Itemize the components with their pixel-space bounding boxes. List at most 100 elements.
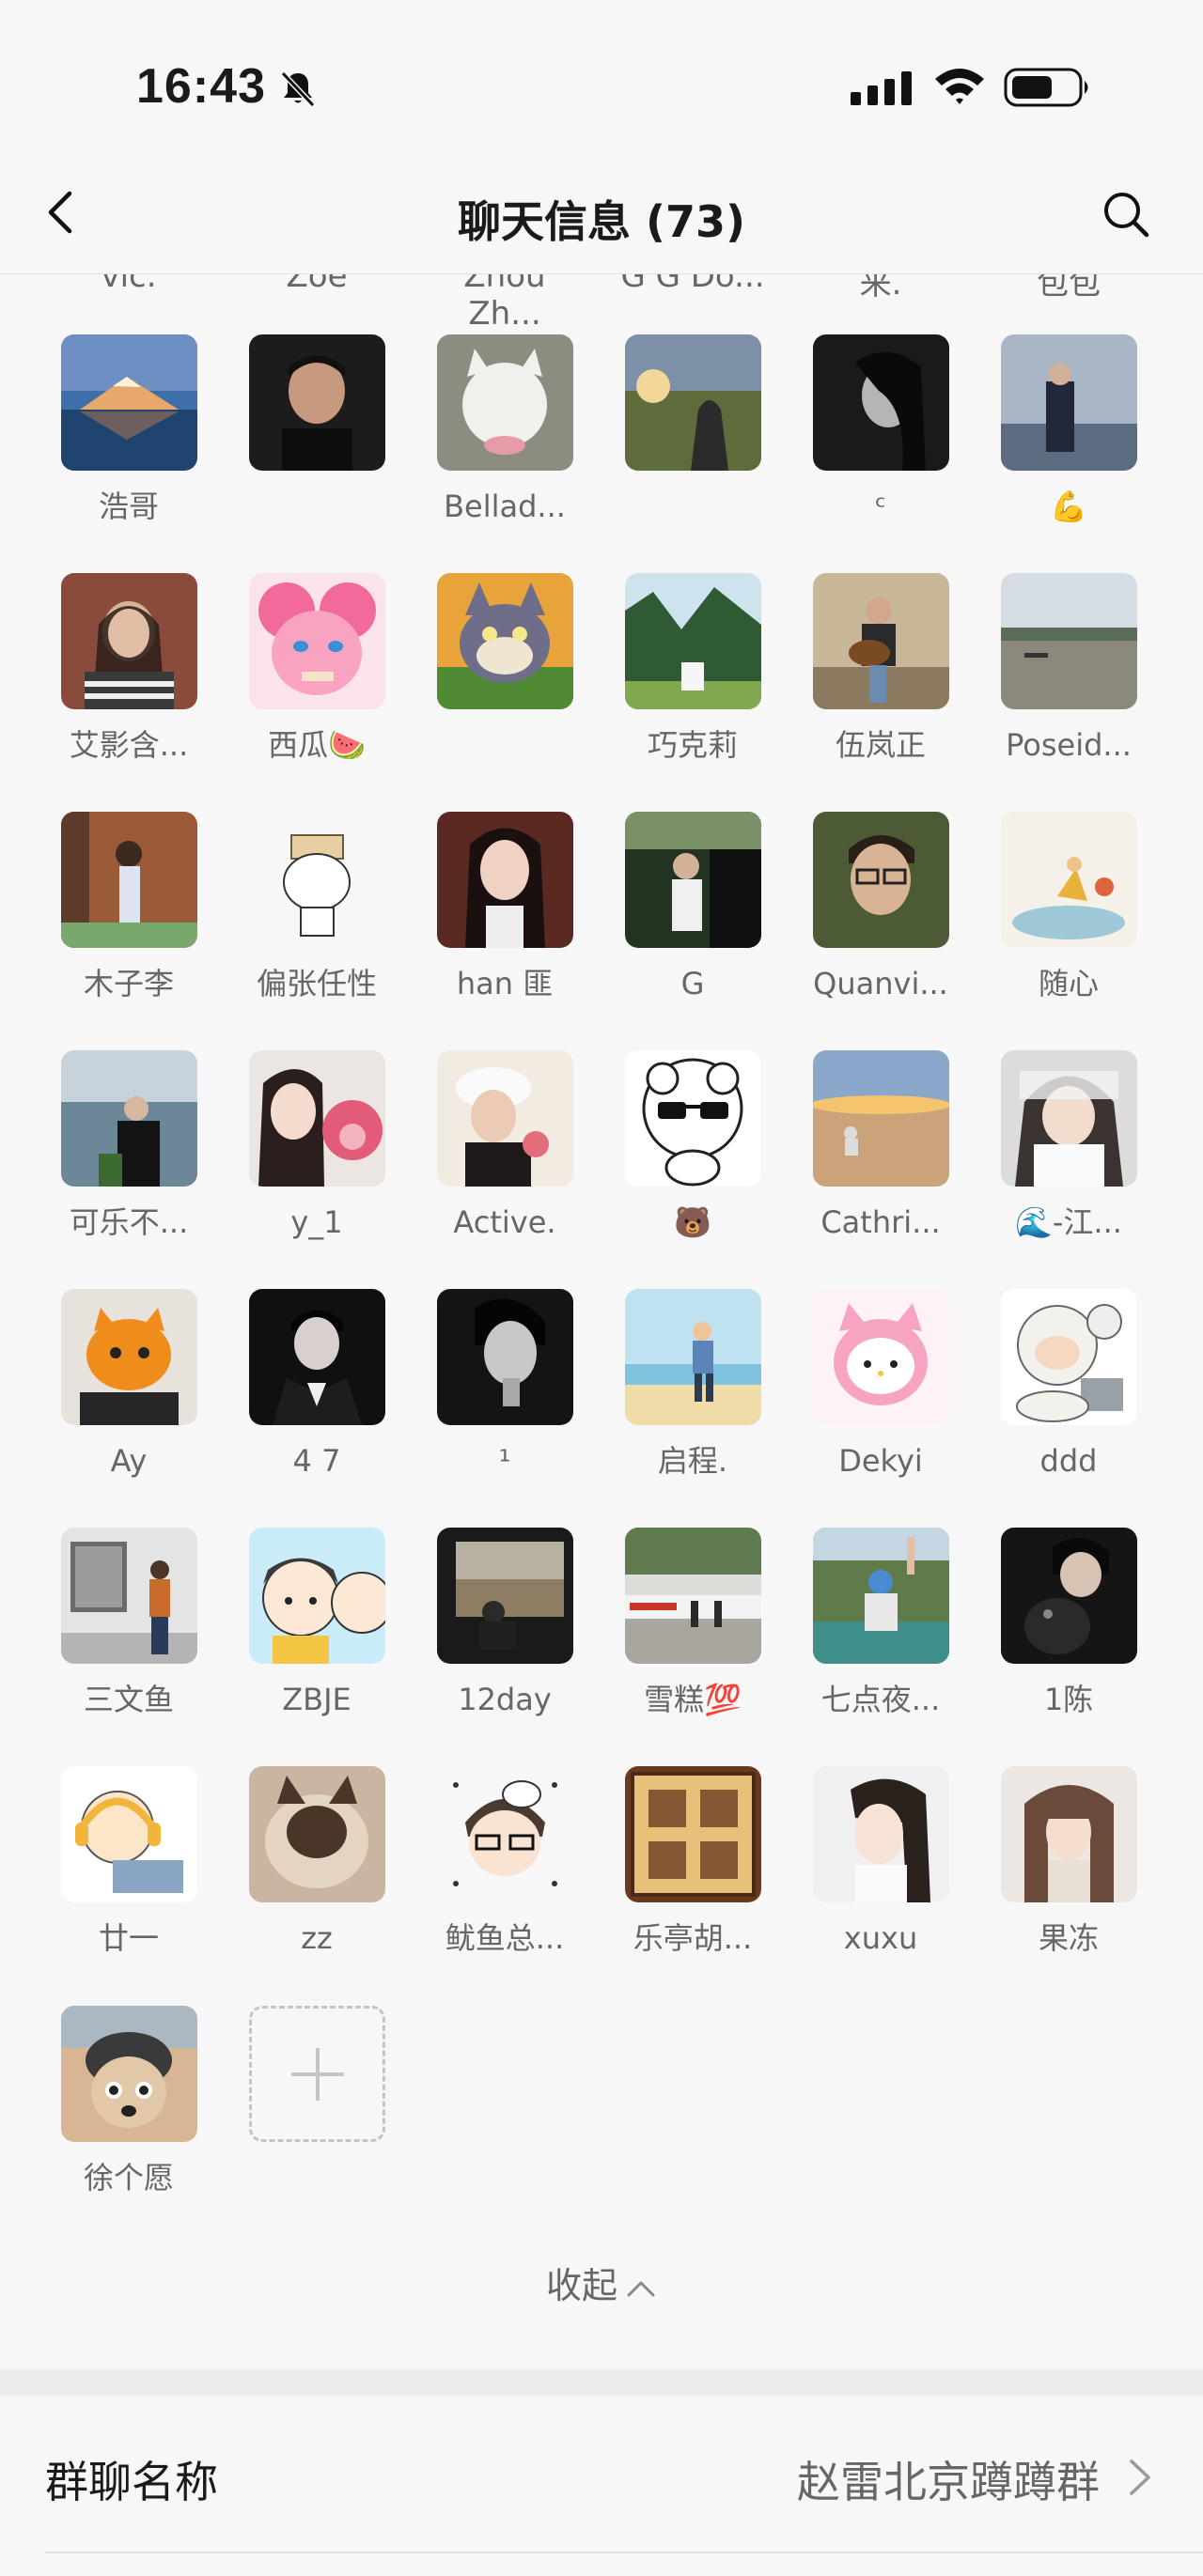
avatar-white-cat [436, 334, 573, 471]
member-item[interactable]: 徐个愿 [49, 2006, 209, 2198]
member-item[interactable]: 鱿鱼总... [425, 1766, 585, 1959]
avatar-lake-woman [60, 1050, 197, 1187]
member-item[interactable]: Cathri... [801, 1050, 961, 1243]
avatar-man-seaside [1000, 334, 1137, 471]
member-item[interactable]: 随心 [989, 812, 1148, 1004]
member-name: 随心 [1038, 966, 1099, 1001]
member-item[interactable]: 艾影含... [49, 573, 209, 766]
member-item[interactable]: 4 7 [237, 1289, 397, 1482]
member-item[interactable]: 雪糕💯 [613, 1528, 773, 1720]
member-name: 七点夜... [820, 1682, 941, 1717]
avatar-sheep-laptop [1000, 1289, 1137, 1425]
avatar-desert [812, 1050, 949, 1187]
member-item[interactable]: ¹ [425, 1289, 585, 1482]
avatar-little-prince [1000, 812, 1137, 948]
member-name: 💪 [1050, 489, 1087, 524]
member-item[interactable]: xuxu [801, 1766, 961, 1959]
avatar-river [1000, 573, 1137, 709]
avatar-bw-man [436, 1289, 573, 1425]
avatar-forest [624, 573, 761, 709]
avatar-gallery [60, 1528, 197, 1664]
status-time: 16:43 [136, 59, 266, 114]
battery-icon [1004, 68, 1088, 107]
member-name: Quanvi... [813, 966, 948, 1001]
member-name: Ay [110, 1443, 148, 1479]
member-item[interactable]: 果冻 [989, 1766, 1148, 1959]
avatar-man-glasses [812, 812, 949, 948]
member-item[interactable]: 伍岚正 [801, 573, 961, 766]
avatar-hat-girl [436, 1050, 573, 1187]
member-item[interactable]: zz [237, 1766, 397, 1959]
add-member-button[interactable] [249, 2006, 385, 2142]
member-name: 徐个愿 [83, 2160, 174, 2196]
member-name-cut: G G Do... [620, 274, 765, 295]
member-item[interactable]: 廿一 [49, 1766, 209, 1959]
avatar-cartoon-cat [436, 573, 573, 709]
member-item[interactable]: 木子李 [49, 812, 209, 1004]
avatar-girl-bear [248, 1050, 385, 1187]
member-item[interactable]: 浩哥 [49, 334, 209, 527]
member-item[interactable]: 三文鱼 [49, 1528, 209, 1720]
avatar-girl-bangs [1000, 1766, 1137, 1902]
bell-mute-icon [280, 70, 316, 108]
member-item[interactable]: 启程. [613, 1289, 773, 1482]
member-item[interactable]: 1陈 [989, 1528, 1148, 1720]
group-name-row[interactable]: 群聊名称 赵雷北京蹲蹲群 [0, 2396, 1203, 2555]
member-item[interactable]: han 匪 [425, 812, 585, 1004]
member-item[interactable]: ᶜ [801, 334, 961, 527]
group-name-value: 赵雷北京蹲蹲群 [797, 2457, 1100, 2507]
avatar-sheep-sunglasses [624, 1050, 761, 1187]
member-item[interactable]: Active. [425, 1050, 585, 1243]
page-title: 聊天信息 (73) [457, 196, 746, 247]
member-item[interactable]: ZBJE [237, 1528, 397, 1720]
member-item[interactable]: Poseid... [989, 573, 1148, 766]
member-name: 可乐不... [69, 1204, 189, 1240]
cellular-signal-icon [851, 71, 912, 105]
member-name [237, 486, 397, 527]
member-item[interactable]: 💪 [989, 334, 1148, 527]
member-item[interactable]: 可乐不... [49, 1050, 209, 1243]
member-name: ¹ [498, 1443, 511, 1479]
member-item[interactable] [237, 334, 397, 527]
member-item[interactable]: 12day [425, 1528, 585, 1720]
member-item[interactable] [613, 334, 773, 527]
plus-icon [291, 2048, 344, 2101]
avatar-car-man [624, 812, 761, 948]
member-name [613, 486, 773, 527]
member-item[interactable]: G [613, 812, 773, 1004]
member-name: han 匪 [456, 966, 554, 1001]
avatar-veil-girl [1000, 1050, 1137, 1187]
avatar-woman-dark [436, 812, 573, 948]
member-item[interactable]: Quanvi... [801, 812, 961, 1004]
member-grid: vic. Zoe Zhou Zh... G G Do... 来. 包包 浩哥 B… [0, 274, 1203, 2369]
member-item[interactable]: Dekyi [801, 1289, 961, 1482]
member-item[interactable] [425, 573, 585, 766]
member-name: 西瓜🍉 [268, 727, 366, 763]
chevron-up-icon [627, 2281, 655, 2296]
member-name: y_1 [290, 1204, 343, 1240]
member-item[interactable]: Bellad... [425, 334, 585, 527]
member-item[interactable]: ddd [989, 1289, 1148, 1482]
member-name: xuxu [843, 1920, 918, 1956]
avatar-girl-brick [60, 573, 197, 709]
member-item[interactable]: 七点夜... [801, 1528, 961, 1720]
member-name: G [680, 966, 705, 1001]
member-name: 果冻 [1038, 1920, 1099, 1956]
status-bar: 16:43 [0, 0, 1203, 160]
member-item[interactable]: 🐻 [613, 1050, 773, 1243]
member-item[interactable]: 西瓜🍉 [237, 573, 397, 766]
avatar-man-dog [1000, 1528, 1137, 1664]
search-icon[interactable] [1100, 188, 1152, 241]
member-name [425, 724, 585, 766]
avatar-sunset-field [624, 334, 761, 471]
member-item[interactable]: 巧克莉 [613, 573, 773, 766]
avatar-girl-wall [60, 812, 197, 948]
member-item[interactable]: Ay [49, 1289, 209, 1482]
member-item[interactable]: 🌊-江... [989, 1050, 1148, 1243]
member-name: Active. [453, 1204, 556, 1240]
member-name-cut: Zhou Zh... [463, 274, 546, 333]
member-item[interactable]: 乐亭胡... [613, 1766, 773, 1959]
member-item[interactable]: y_1 [237, 1050, 397, 1243]
collapse-button[interactable]: 收起 [0, 2257, 1203, 2308]
member-item[interactable]: 偏张任性 [237, 812, 397, 1004]
